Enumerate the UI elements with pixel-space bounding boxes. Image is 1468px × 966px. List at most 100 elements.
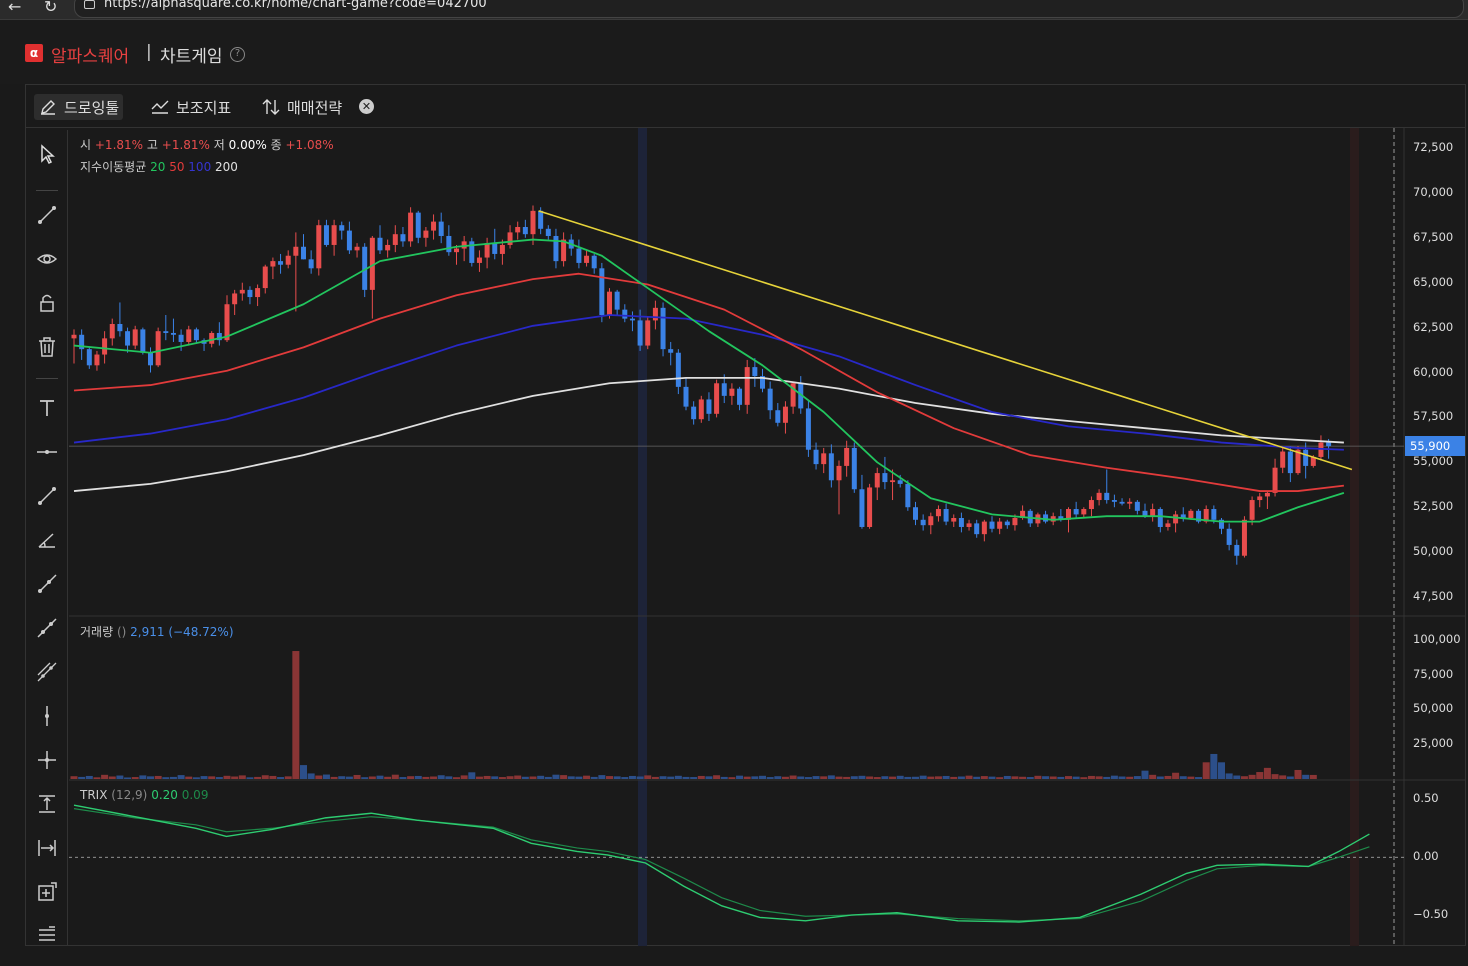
candle xyxy=(1280,446,1286,474)
volume-bar xyxy=(850,776,858,779)
candle-body xyxy=(232,293,238,305)
volume-bar xyxy=(567,776,575,779)
open-value: +1.81% xyxy=(94,138,144,152)
candle-body xyxy=(224,304,230,341)
candle xyxy=(155,327,161,368)
candle xyxy=(323,219,329,247)
highlight-band xyxy=(638,128,647,946)
candle-body xyxy=(94,354,100,366)
volume-bar xyxy=(93,777,101,779)
volume-bar xyxy=(238,775,246,779)
candle xyxy=(170,318,176,342)
candle xyxy=(308,250,314,274)
candle xyxy=(484,237,490,269)
trix-legend[interactable]: TRIX (12,9) 0.20 0.09 xyxy=(80,788,208,802)
volume-bar xyxy=(261,775,269,779)
volume-bar xyxy=(208,776,216,779)
volume-bar xyxy=(498,777,506,779)
candle xyxy=(966,519,972,531)
volume-bar xyxy=(1133,776,1141,779)
candle xyxy=(178,329,184,351)
volume-bar xyxy=(231,776,239,779)
candle-body xyxy=(890,480,896,483)
volume-bar xyxy=(659,776,667,779)
candle-body xyxy=(859,489,865,527)
volume-bar xyxy=(322,774,330,779)
volume-bar xyxy=(927,776,935,779)
candle-body xyxy=(148,352,153,366)
candle-body xyxy=(316,225,322,269)
candle xyxy=(1096,489,1102,506)
candle-body xyxy=(492,243,498,254)
volume-bar xyxy=(353,774,361,779)
candle-body xyxy=(599,268,605,316)
volume-bar xyxy=(774,776,782,779)
volume-bar xyxy=(437,775,445,779)
candle xyxy=(584,250,590,267)
candle xyxy=(140,327,146,355)
candle-body xyxy=(1226,528,1232,545)
volume-bar xyxy=(934,776,942,779)
candle-body xyxy=(454,248,459,253)
candle-body xyxy=(1150,509,1156,517)
candle xyxy=(576,239,582,269)
candle xyxy=(1088,496,1094,517)
candle-body xyxy=(262,266,268,289)
volume-bar xyxy=(1271,774,1279,779)
candle xyxy=(553,228,559,269)
low-label: 저 xyxy=(213,138,225,152)
price-tick-label: 57,500 xyxy=(1413,409,1454,424)
volume-bar xyxy=(85,775,93,779)
volume-bar xyxy=(606,776,613,779)
price-tick-label: 47,500 xyxy=(1413,589,1454,604)
candle-body xyxy=(683,386,689,407)
ema-legend[interactable]: 지수이동평균 20 50 100 200 xyxy=(80,158,238,175)
candle xyxy=(1150,503,1156,522)
candle xyxy=(1173,510,1179,533)
candle xyxy=(1287,446,1293,483)
candle xyxy=(683,377,689,411)
candle-body xyxy=(331,225,337,245)
volume-bar xyxy=(506,776,514,779)
candle-body xyxy=(209,332,215,344)
candle xyxy=(1111,494,1117,508)
volume-bar xyxy=(912,776,919,779)
trix-tick-label: −0.50 xyxy=(1413,907,1449,922)
candle xyxy=(369,235,375,319)
candle xyxy=(828,444,834,488)
ema-50-value: 50 xyxy=(169,160,185,174)
candle-body xyxy=(186,329,192,342)
candle xyxy=(691,401,697,425)
volume-bar xyxy=(667,776,675,779)
volume-bar xyxy=(491,776,499,779)
candle xyxy=(415,210,421,244)
candle xyxy=(186,325,192,346)
trix-params: (12,9) xyxy=(111,788,148,802)
volume-bar xyxy=(468,772,476,779)
volume-bar xyxy=(636,776,644,779)
volume-bar xyxy=(70,776,78,779)
highlight-band xyxy=(1350,128,1359,946)
candle xyxy=(652,300,658,330)
candle-body xyxy=(408,212,414,242)
candle xyxy=(851,442,857,493)
candle-body xyxy=(851,447,857,490)
volume-bar xyxy=(598,775,606,779)
volume-bar xyxy=(957,776,965,779)
candle xyxy=(928,512,934,535)
volume-bar xyxy=(720,776,728,779)
price-tick-label: 52,500 xyxy=(1413,499,1454,514)
candle xyxy=(247,286,253,305)
volume-legend[interactable]: 거래량 () 2,911 (−48.72%) xyxy=(80,623,234,640)
volume-bar xyxy=(185,776,193,779)
trix-label: TRIX xyxy=(80,788,108,802)
high-value: +1.81% xyxy=(161,138,210,152)
volume-bar xyxy=(980,776,988,779)
volume-bar xyxy=(1225,773,1233,779)
candle-body xyxy=(981,521,987,535)
volume-bar xyxy=(904,776,912,779)
candle xyxy=(285,250,291,269)
volume-bar xyxy=(1202,762,1210,779)
candle-body xyxy=(1241,519,1247,556)
candle-body xyxy=(1081,509,1087,515)
